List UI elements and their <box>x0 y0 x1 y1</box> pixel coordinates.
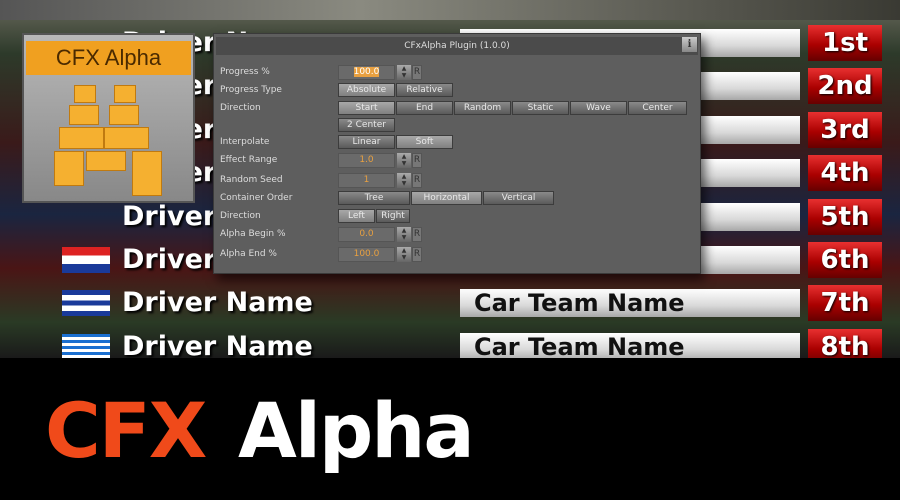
driver-name: Driver Name <box>122 287 313 319</box>
direction2-option-left[interactable]: Left <box>338 209 375 223</box>
banner-alpha: Alpha <box>238 386 475 475</box>
spinner-arrows-icon[interactable]: ▲ ▼ <box>397 173 411 188</box>
rank-badge: 2nd <box>808 68 882 105</box>
reset-button[interactable]: R <box>412 173 422 188</box>
standing-row: Driver Name Car Team Name 8th <box>0 328 900 358</box>
standing-row: Driver Name Car Team Name 7th <box>0 285 900 322</box>
direction-option-start[interactable]: Start <box>338 101 395 115</box>
rank-badge: 5th <box>808 198 882 235</box>
rank-badge: 4th <box>808 155 882 192</box>
direction-label: Direction <box>220 103 261 113</box>
rank-badge: 8th <box>808 328 882 358</box>
info-icon[interactable]: i <box>682 37 697 52</box>
reset-button[interactable]: R <box>412 247 422 262</box>
interpolate-label: Interpolate <box>220 137 270 147</box>
team-name: Car Team Name <box>460 289 800 318</box>
plugin-thumbnail: CFX Alpha <box>22 33 195 203</box>
container-order-option-tree[interactable]: Tree <box>338 191 410 205</box>
progress-type-label: Progress Type <box>220 85 282 95</box>
alpha-begin-input[interactable]: 0.0 <box>338 227 395 242</box>
progress-type-option-absolute[interactable]: Absolute <box>338 83 395 97</box>
progress-type-option-relative[interactable]: Relative <box>396 83 453 97</box>
spinner-arrows-icon[interactable]: ▲ ▼ <box>397 247 411 262</box>
spinner-arrows-icon[interactable]: ▲ ▼ <box>397 65 411 80</box>
container-order-option-horizontal[interactable]: Horizontal <box>411 191 482 205</box>
reset-button[interactable]: R <box>412 227 422 242</box>
alpha-end-label: Alpha End % <box>220 249 277 259</box>
rank-badge: 1st <box>808 25 882 61</box>
effect-range-input[interactable]: 1.0 <box>338 153 395 168</box>
alpha-end-input[interactable]: 100.0 <box>338 247 395 262</box>
plugin-panel: CFxAlpha Plugin (1.0.0) i Progress % 100.… <box>213 33 701 274</box>
panel-title: CFxAlpha Plugin (1.0.0) <box>216 37 698 55</box>
interpolate-option-soft[interactable]: Soft <box>396 135 453 149</box>
greece-flag-icon <box>62 333 110 358</box>
alpha-begin-label: Alpha Begin % <box>220 229 286 239</box>
direction-option-center[interactable]: Center <box>628 101 687 115</box>
value-text: 1 <box>363 175 370 185</box>
reset-button[interactable]: R <box>412 65 422 80</box>
direction2-label: Direction <box>220 211 261 221</box>
reset-button[interactable]: R <box>412 153 422 168</box>
rank-badge: 7th <box>808 285 882 322</box>
direction-option-random[interactable]: Random <box>454 101 511 115</box>
direction-option-static[interactable]: Static <box>512 101 569 115</box>
thumbnail-label: CFX Alpha <box>26 41 191 75</box>
progress-label: Progress % <box>220 67 270 77</box>
team-name: Car Team Name <box>460 332 800 358</box>
spinner-arrows-icon[interactable]: ▲ ▼ <box>397 153 411 168</box>
progress-input[interactable]: 100.0 <box>338 65 395 80</box>
banner-cfx: CFX <box>45 386 207 475</box>
rank-badge: 3rd <box>808 111 882 148</box>
direction-option-wave[interactable]: Wave <box>570 101 627 115</box>
blocks-image <box>54 85 169 200</box>
container-order-label: Container Order <box>220 193 293 203</box>
banner: CFX Alpha <box>0 358 900 500</box>
spinner-arrows-icon[interactable]: ▲ ▼ <box>397 227 411 242</box>
croatia-flag-icon <box>62 247 110 273</box>
value-text: 0.0 <box>359 229 374 239</box>
rank-badge: 6th <box>808 242 882 278</box>
direction-option-2-center[interactable]: 2 Center <box>338 118 395 132</box>
driver-name: Driver Name <box>122 330 313 358</box>
direction2-option-right[interactable]: Right <box>376 209 410 223</box>
value-text: 100.0 <box>353 249 380 259</box>
interpolate-option-linear[interactable]: Linear <box>338 135 395 149</box>
value-text: 1.0 <box>359 155 374 165</box>
effect-range-label: Effect Range <box>220 155 278 165</box>
direction-option-end[interactable]: End <box>396 101 453 115</box>
value-text: 100.0 <box>353 67 380 77</box>
cuba-flag-icon <box>62 290 110 317</box>
random-seed-input[interactable]: 1 <box>338 173 395 188</box>
random-seed-label: Random Seed <box>220 175 283 185</box>
container-order-option-vertical[interactable]: Vertical <box>483 191 554 205</box>
